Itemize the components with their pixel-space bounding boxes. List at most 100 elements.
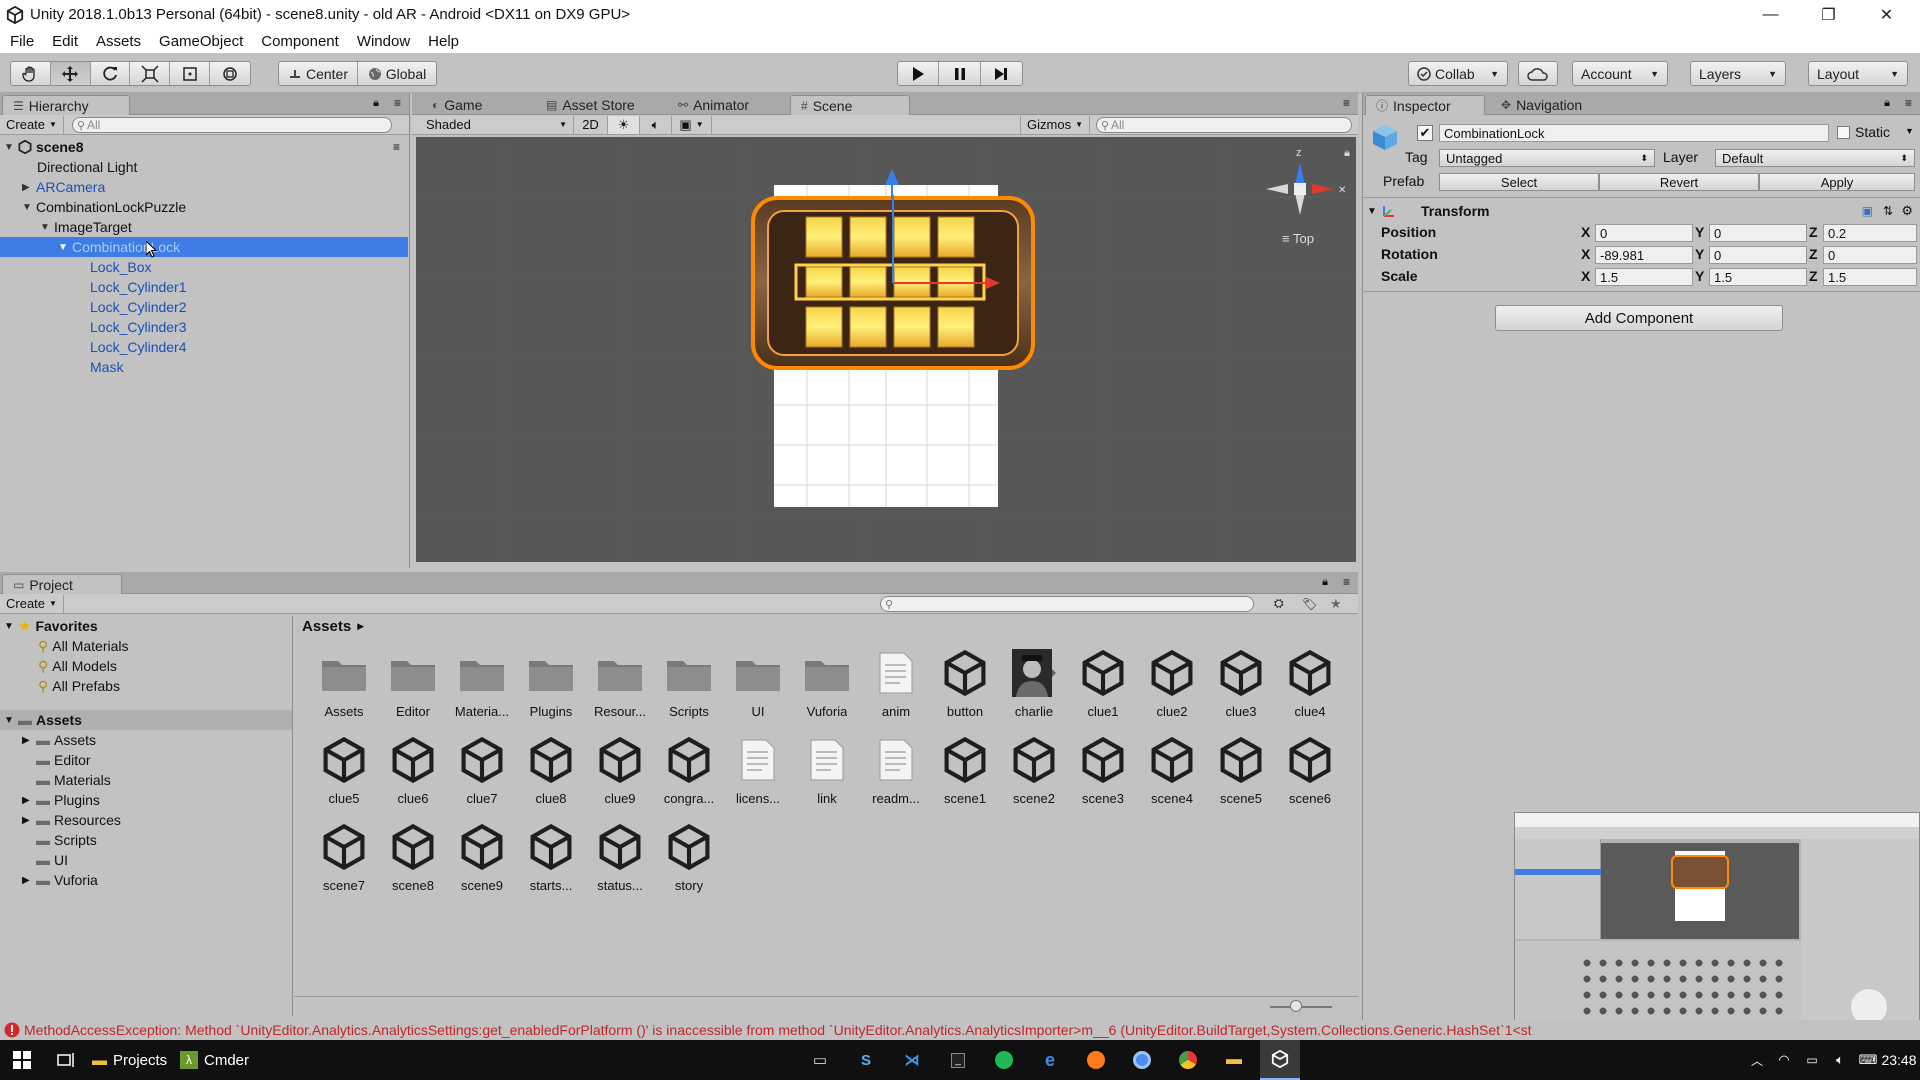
static-checkbox[interactable] [1837,126,1850,139]
asset-item[interactable]: Vuforia [793,648,861,728]
expand-arrow-icon[interactable]: ▼ [4,715,18,726]
asset-item[interactable]: readm... [862,735,930,815]
combination-lock-object[interactable] [750,185,1036,371]
help-book-icon[interactable]: ▣ [1862,204,1873,218]
asset-item[interactable]: scene2 [1000,735,1068,815]
hierarchy-item-lock-cylinder2[interactable]: Lock_Cylinder2 [0,297,408,317]
panel-menu-icon[interactable]: ≡ [394,96,401,110]
folder-item[interactable]: ▬ Scripts [36,830,97,850]
taskbar-app-explorer[interactable]: ▬ [1214,1040,1254,1080]
icon-size-slider-thumb[interactable] [1290,1000,1302,1012]
lighting-toggle[interactable]: ☀ [608,115,640,134]
tab-project[interactable]: ▭ Project [2,574,122,594]
favorite-item[interactable]: ⚲ All Materials [38,636,129,656]
folder-item[interactable]: ▶ ▬ Resources [22,810,121,830]
rect-tool-button[interactable] [170,62,211,85]
active-checkbox[interactable]: ✔ [1417,125,1433,141]
prefab-revert-button[interactable]: Revert [1599,173,1759,191]
hierarchy-create-dropdown[interactable]: Create ▼ [0,115,64,134]
breadcrumb[interactable]: Assets ▶ [302,616,364,636]
asset-item[interactable]: status... [586,822,654,902]
expand-arrow-icon[interactable]: ▼ [22,202,36,213]
collapsed-arrow-icon[interactable]: ▶ [22,795,36,806]
layers-dropdown[interactable]: Layers ▼ [1690,61,1786,86]
play-button[interactable] [898,62,940,85]
asset-item[interactable]: clue7 [448,735,516,815]
pause-button[interactable] [939,62,981,85]
step-button[interactable] [981,62,1022,85]
asset-item[interactable]: starts... [517,822,585,902]
asset-item[interactable]: clue6 [379,735,447,815]
asset-item[interactable]: charlie [1000,648,1068,728]
taskbar-cmder[interactable]: λ Cmder [180,1040,256,1080]
scale-x-input[interactable]: 1.5 [1595,268,1693,286]
folder-item[interactable]: ▶ ▬ Assets [22,730,96,750]
gizmo-lock-icon[interactable]: 🔒︎ [1344,147,1350,160]
window-preview-thumbnail[interactable] [1514,812,1920,1038]
minimize-button[interactable]: — [1742,0,1799,29]
favorite-item[interactable]: ⚲ All Prefabs [38,676,120,696]
asset-item[interactable]: scene6 [1276,735,1344,815]
asset-item[interactable]: link [793,735,861,815]
preset-icon[interactable]: ⇅ [1883,204,1893,218]
gizmos-dropdown[interactable]: Gizmos ▼ [1020,115,1090,134]
transform-header[interactable]: ▼ Transform ▣ ⇅ ⚙ [1367,201,1917,221]
asset-item[interactable]: scene4 [1138,735,1206,815]
taskbar-app-spotify[interactable] [984,1040,1024,1080]
volume-icon[interactable]: 🔈︎ [1828,1040,1852,1080]
lock-icon[interactable]: 🔒︎ [1322,576,1328,589]
folder-item[interactable]: ▬ Materials [36,770,111,790]
taskbar-app-vscode[interactable]: ⋊ [892,1040,932,1080]
hierarchy-item-lock-cylinder3[interactable]: Lock_Cylinder3 [0,317,408,337]
taskbar-app-chrome[interactable] [1168,1040,1208,1080]
prefab-select-button[interactable]: Select [1439,173,1599,191]
asset-item[interactable]: story [655,822,723,902]
asset-item[interactable]: clue5 [310,735,378,815]
hierarchy-search-input[interactable]: ⚲ All [71,116,392,133]
expand-arrow-icon[interactable]: ▼ [1367,206,1381,217]
tray-overflow-icon[interactable]: ︿ [1746,1040,1768,1080]
mode-2d-toggle[interactable]: 2D [574,115,608,134]
asset-item[interactable]: scene7 [310,822,378,902]
taskbar-app-unity[interactable] [1260,1040,1300,1080]
lock-icon[interactable]: 🔒︎ [1884,97,1890,110]
folder-item[interactable]: ▶ ▬ Vuforia [22,870,98,890]
collab-dropdown[interactable]: Collab ▼ [1408,61,1508,86]
rotation-y-input[interactable]: 0 [1709,246,1807,264]
asset-item[interactable]: clue4 [1276,648,1344,728]
rotation-z-input[interactable]: 0 [1823,246,1917,264]
collapsed-arrow-icon[interactable]: ▶ [22,875,36,886]
hierarchy-item-directional-light[interactable]: Directional Light [0,157,408,177]
asset-item[interactable]: Editor [379,648,447,728]
position-x-input[interactable]: 0 [1595,224,1693,242]
hierarchy-item-arcamera[interactable]: ▶ ARCamera [0,177,408,197]
layer-dropdown[interactable]: Default ⬍ [1715,149,1915,167]
menu-edit[interactable]: Edit [52,33,78,50]
maximize-button[interactable]: ❐ [1800,0,1857,29]
cloud-button[interactable] [1518,61,1558,86]
transform-all-tool-button[interactable] [210,62,250,85]
asset-item[interactable]: Scripts [655,648,723,728]
tab-animator[interactable]: ⚯ Animator [668,95,759,115]
asset-item[interactable]: scene8 [379,822,447,902]
menu-gameobject[interactable]: GameObject [159,33,243,50]
asset-item[interactable]: UI [724,648,792,728]
move-handle-y-arrow[interactable] [883,169,901,199]
scene-search-input[interactable]: ⚲ All [1096,116,1352,133]
folder-item[interactable]: ▬ Editor [36,750,91,770]
tab-inspector[interactable]: ⓘ Inspector [1365,95,1485,115]
taskbar-projects[interactable]: ▬ Projects [92,1040,176,1080]
asset-item[interactable]: anim [862,648,930,728]
collapsed-arrow-icon[interactable]: ▶ [22,182,36,193]
asset-item[interactable]: button [931,648,999,728]
menu-window[interactable]: Window [357,33,410,50]
expand-arrow-icon[interactable]: ▼ [58,242,72,253]
asset-item[interactable]: Assets [310,648,378,728]
panel-menu-icon[interactable]: ≡ [1343,575,1350,589]
hierarchy-item-lock-cylinder4[interactable]: Lock_Cylinder4 [0,337,408,357]
expand-arrow-icon[interactable]: ▼ [40,222,54,233]
scale-y-input[interactable]: 1.5 [1709,268,1807,286]
assets-root[interactable]: ▼ ▬ Assets [0,710,292,730]
scale-z-input[interactable]: 1.5 [1823,268,1917,286]
effects-dropdown[interactable]: ▣ ▼ [672,115,712,134]
